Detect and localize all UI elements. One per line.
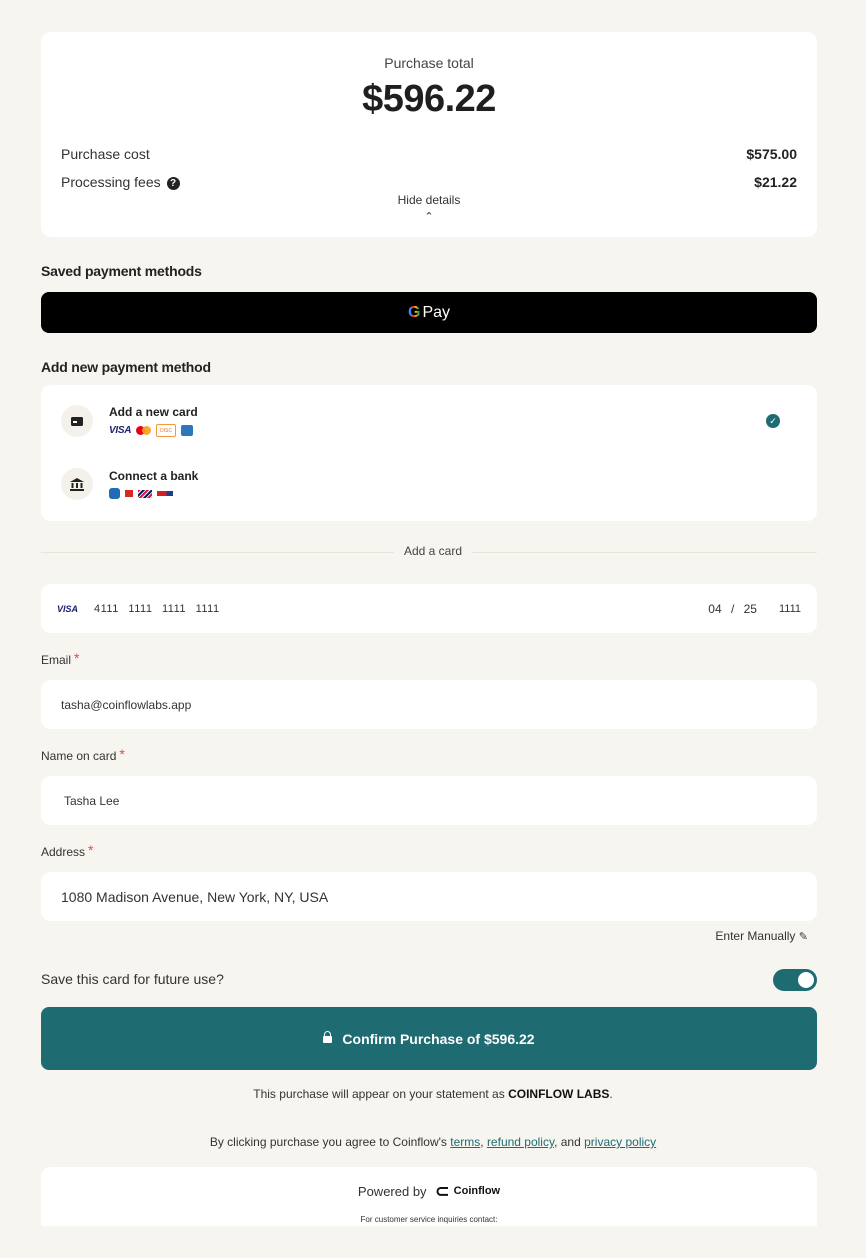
google-pay-label: Pay xyxy=(422,303,451,321)
add-card-divider-label: Add a card xyxy=(393,544,473,558)
address-label: Address * xyxy=(41,842,94,859)
lock-icon xyxy=(323,1031,333,1043)
confirm-purchase-label: Confirm Purchase of $596.22 xyxy=(342,1030,535,1047)
save-card-toggle[interactable] xyxy=(773,969,817,991)
card-number-field[interactable]: VISA 4111 1111 1111 1111 04 / 25 1111 xyxy=(41,584,817,633)
card-icon xyxy=(61,405,93,437)
selected-check-icon: ✓ xyxy=(766,414,780,428)
name-label: Name on card * xyxy=(41,746,125,763)
customer-service-note: For customer service inquiries contact: xyxy=(360,1215,498,1224)
payment-methods-card: Add a new card VISA DISC ✓ Connect a ban… xyxy=(41,385,817,521)
wells-fargo-logo xyxy=(157,491,173,496)
save-card-label: Save this card for future use? xyxy=(41,971,224,987)
purchase-cost-row: Purchase cost $575.00 xyxy=(61,146,797,162)
question-circle-icon[interactable]: ? xyxy=(166,176,180,190)
purchase-total-label: Purchase total xyxy=(384,55,474,71)
bank-logo xyxy=(125,490,133,497)
bank-logos xyxy=(109,488,198,499)
bank-icon xyxy=(61,468,93,500)
google-g-icon: G xyxy=(407,303,421,321)
name-on-card-field[interactable] xyxy=(41,793,817,808)
address-field[interactable] xyxy=(41,888,817,905)
card-number-value[interactable]: 4111 1111 1111 1111 xyxy=(94,603,708,615)
enter-manually-link[interactable]: Enter Manually ✎ xyxy=(715,929,808,943)
statement-descriptor: COINFLOW LABS xyxy=(508,1087,610,1101)
name-field-wrapper xyxy=(41,776,817,825)
card-cvv-value[interactable]: 1111 xyxy=(779,603,801,615)
processing-fees-row: Processing fees? $21.22 xyxy=(61,174,797,190)
method-label: Add a new card xyxy=(109,405,198,419)
statement-note: This purchase will appear on your statem… xyxy=(253,1087,613,1101)
bank-of-america-logo xyxy=(138,489,152,498)
purchase-cost-value: $575.00 xyxy=(746,146,797,162)
visa-logo: VISA xyxy=(57,603,79,614)
google-pay-button[interactable]: G Pay xyxy=(41,292,817,333)
required-mark: * xyxy=(74,650,80,666)
privacy-policy-link[interactable]: privacy policy xyxy=(584,1135,656,1149)
email-field-wrapper xyxy=(41,680,817,729)
refund-policy-link[interactable]: refund policy xyxy=(487,1135,554,1149)
method-connect-bank[interactable]: Connect a bank xyxy=(61,468,198,500)
visa-logo: VISA xyxy=(109,425,132,436)
pencil-icon: ✎ xyxy=(798,931,808,943)
powered-by-label: Powered by xyxy=(357,1183,427,1199)
required-mark: * xyxy=(119,746,125,762)
required-mark: * xyxy=(88,842,94,858)
card-expiry-value[interactable]: 04 / 25 xyxy=(708,602,757,616)
purchase-summary-card: Purchase total $596.22 Purchase cost $57… xyxy=(41,32,817,237)
confirm-purchase-button[interactable]: Confirm Purchase of $596.22 xyxy=(41,1007,817,1070)
add-method-title: Add new payment method xyxy=(41,359,211,375)
purchase-total-amount: $596.22 xyxy=(362,78,496,120)
processing-fees-value: $21.22 xyxy=(754,174,797,190)
method-add-card[interactable]: Add a new card VISA DISC xyxy=(61,405,198,437)
coinflow-c-icon: ⊂ xyxy=(434,1181,450,1201)
chevron-up-icon[interactable]: ⌃ xyxy=(41,210,817,223)
footer-card: Powered by ⊂ Coinflow For customer servic… xyxy=(41,1167,817,1226)
agreement-note: By clicking purchase you agree to Coinfl… xyxy=(209,1135,657,1149)
address-field-wrapper xyxy=(41,872,817,921)
powered-by: Powered by ⊂ Coinflow xyxy=(41,1182,817,1200)
purchase-cost-label: Purchase cost xyxy=(61,146,150,162)
amex-logo xyxy=(181,425,194,436)
discover-logo: DISC xyxy=(156,424,177,437)
saved-methods-title: Saved payment methods xyxy=(41,263,202,279)
hide-details-toggle[interactable]: Hide details xyxy=(41,193,817,207)
email-label: Email * xyxy=(41,650,80,667)
method-label: Connect a bank xyxy=(109,469,199,483)
coinflow-logo: ⊂ Coinflow xyxy=(434,1181,501,1201)
mastercard-logo xyxy=(136,426,152,435)
card-brand-logos: VISA DISC xyxy=(109,424,198,437)
terms-link[interactable]: terms xyxy=(450,1135,480,1149)
chase-logo xyxy=(109,488,120,499)
email-field[interactable] xyxy=(41,697,817,712)
processing-fees-label: Processing fees xyxy=(61,174,161,190)
